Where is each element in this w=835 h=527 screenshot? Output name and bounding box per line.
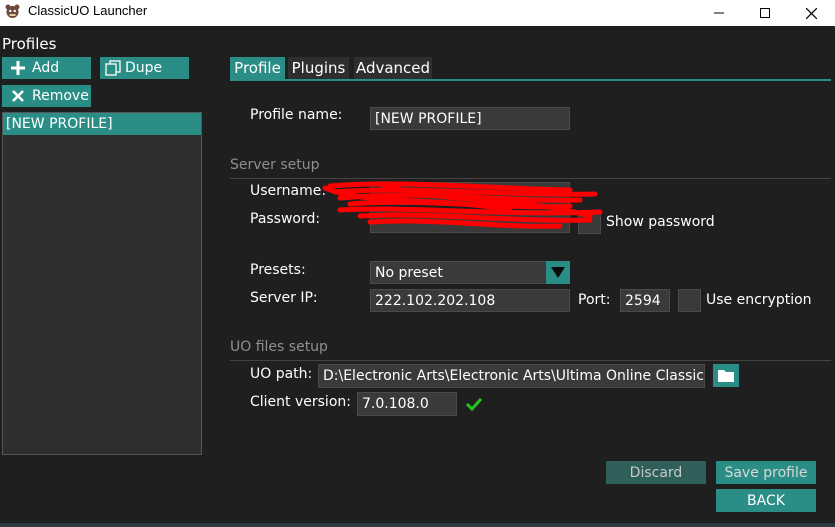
profile-list[interactable] — [2, 112, 202, 455]
port-input[interactable]: 2594 — [620, 289, 670, 312]
presets-select[interactable]: No preset — [370, 261, 570, 284]
add-profile-button[interactable]: Add — [2, 57, 91, 79]
remove-profile-label: Remove — [32, 88, 89, 104]
check-icon — [465, 396, 483, 415]
show-password-label: Show password — [606, 214, 715, 230]
use-encryption-checkbox[interactable] — [678, 289, 701, 312]
maximize-icon — [760, 8, 770, 18]
client-version-input[interactable]: 7.0.108.0 — [357, 392, 457, 416]
x-icon — [10, 88, 26, 104]
uo-files-setup-title: UO files setup — [230, 339, 328, 355]
tab-underline — [230, 79, 831, 81]
browse-folder-button[interactable] — [713, 364, 739, 387]
copy-icon — [105, 60, 121, 76]
app-icon — [5, 4, 20, 19]
uo-path-input[interactable]: D:\Electronic Arts\Electronic Arts\Ultim… — [318, 364, 705, 388]
save-profile-button[interactable]: Save profile — [716, 461, 816, 484]
dropdown-arrow-icon[interactable] — [546, 261, 570, 284]
back-button[interactable]: BACK — [716, 489, 816, 512]
dupe-profile-button[interactable]: Dupe — [100, 57, 189, 79]
remove-profile-button[interactable]: Remove — [2, 85, 91, 107]
window-bottom-edge — [0, 523, 835, 527]
server-ip-input[interactable]: 222.102.202.108 — [370, 289, 570, 312]
presets-label: Presets: — [250, 262, 306, 278]
dupe-profile-label: Dupe — [125, 60, 163, 76]
minimize-button[interactable] — [696, 0, 742, 26]
presets-selected-value: No preset — [375, 264, 443, 281]
folder-icon — [718, 370, 734, 382]
client-version-label: Client version: — [250, 394, 351, 410]
profile-list-item[interactable]: [NEW PROFILE] — [3, 113, 201, 135]
redaction-scribble — [322, 181, 603, 229]
tab-advanced[interactable]: Advanced — [354, 57, 432, 79]
maximize-button[interactable] — [742, 0, 788, 26]
discard-button[interactable]: Discard — [606, 461, 706, 484]
port-label: Port: — [578, 292, 611, 308]
minimize-icon — [714, 12, 724, 14]
add-profile-label: Add — [32, 60, 60, 76]
window-titlebar: ClassicUO Launcher — [0, 0, 835, 26]
server-setup-title: Server setup — [230, 157, 320, 173]
tab-profile[interactable]: Profile — [230, 57, 285, 79]
uo-path-label: UO path: — [250, 366, 313, 382]
profile-name-input[interactable]: [NEW PROFILE] — [370, 107, 570, 130]
server-ip-label: Server IP: — [250, 290, 318, 306]
use-encryption-label: Use encryption — [706, 292, 812, 308]
plus-icon — [10, 60, 26, 76]
tab-plugins[interactable]: Plugins — [288, 57, 349, 79]
profile-name-label: Profile name: — [250, 107, 343, 123]
close-button[interactable] — [788, 0, 834, 26]
profiles-heading: Profiles — [2, 35, 57, 53]
window-title: ClassicUO Launcher — [28, 3, 148, 18]
close-icon — [805, 7, 817, 19]
uo-files-divider — [230, 360, 831, 361]
